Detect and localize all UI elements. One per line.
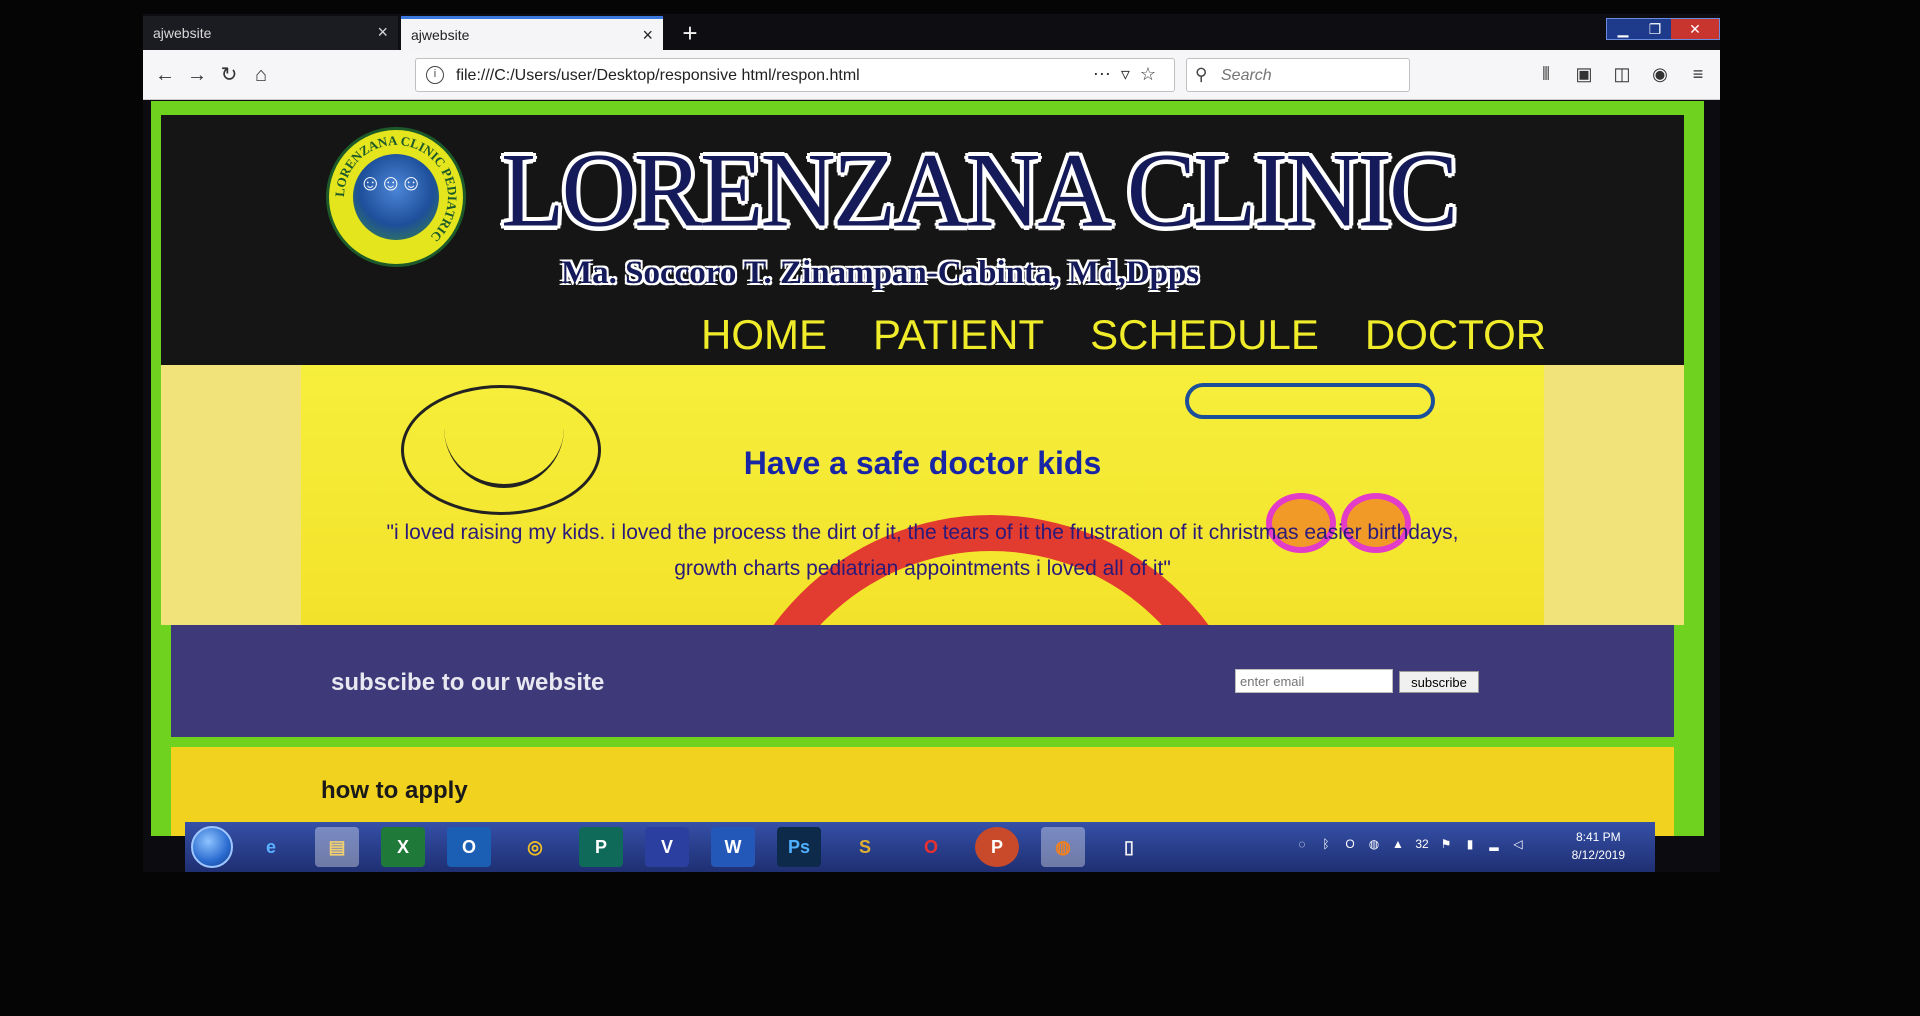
tab-bar: ajwebsite × ajwebsite × + ▁ ❐ ✕ [143, 14, 1720, 50]
site-header: LORENZANA CLINIC PEDIATRIC ☺☺☺ LORENZANA… [161, 115, 1684, 365]
account-icon[interactable]: ◉ [1648, 62, 1672, 86]
address-bar[interactable]: i file:///C:/Users/user/Desktop/responsi… [415, 58, 1175, 92]
forward-icon[interactable]: → [183, 61, 211, 89]
clock-time: 8:41 PM [1575, 830, 1621, 844]
tray-app-icon[interactable]: ◍ [1367, 837, 1381, 853]
tab-ajwebsite-2[interactable]: ajwebsite × [401, 16, 663, 50]
subscribe-label: subscibe to our website [331, 669, 605, 696]
bluetooth-icon[interactable]: ᛒ [1319, 837, 1333, 853]
more-actions-icon[interactable]: ⋯ [1093, 64, 1121, 84]
internet-explorer-icon[interactable]: e [249, 827, 293, 867]
site-info-icon[interactable]: i [426, 66, 444, 84]
warning-icon[interactable]: ▲ [1391, 837, 1405, 853]
quote-line-1: "i loved raising my kids. i loved the pr… [386, 521, 1459, 544]
main-menu: HOME PATIENT SCHEDULE DOCTOR [701, 311, 1546, 359]
excel-icon[interactable]: X [381, 827, 425, 867]
sublime-icon[interactable]: S [843, 827, 887, 867]
menu-home[interactable]: HOME [701, 311, 827, 359]
search-input[interactable] [1221, 65, 1401, 87]
powerpoint-icon[interactable]: P [975, 827, 1019, 867]
close-tab-icon[interactable]: × [642, 26, 653, 44]
power-icon[interactable]: ▮ [1463, 837, 1477, 853]
clinic-name: LORENZANA CLINIC [501, 131, 1458, 250]
toolbar-icons: ⫴ ▣ ◫ ◉ ≡ [1534, 62, 1710, 86]
close-window-icon[interactable]: ✕ [1671, 19, 1719, 39]
system-clock[interactable]: 8:41 PM 8/12/2019 [1572, 828, 1625, 864]
browser-window: ajwebsite × ajwebsite × + ▁ ❐ ✕ ← → ↻ ⌂ … [143, 14, 1720, 872]
restore-icon[interactable]: ❐ [1639, 19, 1671, 39]
window-controls: ▁ ❐ ✕ [1606, 18, 1720, 40]
search-icon: ⚲ [1195, 65, 1208, 84]
pocket-icon[interactable]: ▿ [1121, 64, 1140, 84]
network-icon[interactable]: ▂ [1487, 837, 1501, 853]
hero-banner: Have a safe doctor kids "i loved raising… [161, 365, 1684, 625]
file-explorer-icon[interactable]: ▤ [315, 827, 359, 867]
navigation-toolbar: ← → ↻ ⌂ i file:///C:/Users/user/Desktop/… [143, 50, 1720, 100]
tab-title: ajwebsite [411, 26, 470, 43]
cloud-illustration [1185, 383, 1435, 419]
page-actions: ⋯▿☆ [1093, 64, 1166, 85]
quote-line-2: growth charts pediatrian appointments i … [674, 557, 1171, 580]
screenshot-icon[interactable]: ▣ [1572, 62, 1596, 86]
apply-heading: how to apply [321, 777, 468, 804]
menu-patient[interactable]: PATIENT [873, 311, 1044, 359]
tray-search-icon[interactable]: ◌ [1295, 837, 1309, 853]
minimize-icon[interactable]: ▁ [1607, 19, 1639, 39]
bookmark-star-icon[interactable]: ☆ [1140, 64, 1166, 84]
new-tab-button[interactable]: + [673, 16, 707, 50]
children-icon: ☺☺☺ [359, 170, 422, 195]
tab-title: ajwebsite [153, 25, 212, 41]
back-icon[interactable]: ← [151, 61, 179, 89]
clock-date: 8/12/2019 [1571, 848, 1625, 862]
hero-heading: Have a safe doctor kids [743, 445, 1102, 481]
doctor-name: Ma. Soccoro T. Zinampan-Cabinta, Md,Dpps [561, 255, 1200, 291]
volume-icon[interactable]: ◁ [1511, 837, 1525, 853]
visio-icon[interactable]: V [645, 827, 689, 867]
flag-icon[interactable]: ⚑ [1439, 837, 1453, 853]
opera-icon[interactable]: O [909, 827, 953, 867]
chrome-icon[interactable]: ◎ [513, 827, 557, 867]
start-button[interactable] [191, 826, 233, 868]
windows-taskbar: e ▤ X O ◎ P V W Ps S O P ◍ ▯ ◌ ᛒ O ◍ ▲ 3… [185, 822, 1655, 872]
taskbar-apps: e ▤ X O ◎ P V W Ps S O P ◍ ▯ [249, 827, 1151, 867]
logo-emblem [353, 154, 439, 240]
firefox-icon[interactable]: ◍ [1041, 827, 1085, 867]
publisher-icon[interactable]: P [579, 827, 623, 867]
web-page: LORENZANA CLINIC PEDIATRIC ☺☺☺ LORENZANA… [151, 101, 1704, 847]
library-icon[interactable]: ⫴ [1534, 62, 1558, 86]
menu-icon[interactable]: ≡ [1686, 62, 1710, 86]
outlook-icon[interactable]: O [447, 827, 491, 867]
subscribe-button[interactable]: subscribe [1399, 671, 1479, 693]
tab-ajwebsite-1[interactable]: ajwebsite × [143, 16, 398, 50]
opera-tray-icon[interactable]: O [1343, 837, 1357, 853]
home-icon[interactable]: ⌂ [247, 61, 275, 89]
notepad-icon[interactable]: ▯ [1107, 827, 1151, 867]
menu-doctor[interactable]: DOCTOR [1365, 311, 1546, 359]
system-tray: ◌ ᛒ O ◍ ▲ 32 ⚑ ▮ ▂ ◁ [1295, 837, 1525, 853]
url-text[interactable]: file:///C:/Users/user/Desktop/responsive… [456, 67, 860, 85]
subscribe-section: subscibe to our website subscribe [171, 625, 1674, 737]
word-icon[interactable]: W [711, 827, 755, 867]
sidebar-icon[interactable]: ◫ [1610, 62, 1634, 86]
clinic-logo[interactable]: LORENZANA CLINIC PEDIATRIC ☺☺☺ [326, 127, 466, 267]
hero-quote: "i loved raising my kids. i loved the pr… [261, 515, 1584, 587]
close-tab-icon[interactable]: × [377, 23, 388, 41]
photoshop-icon[interactable]: Ps [777, 827, 821, 867]
tray-badge[interactable]: 32 [1415, 837, 1429, 853]
menu-schedule[interactable]: SCHEDULE [1090, 311, 1319, 359]
email-field[interactable] [1235, 669, 1393, 693]
reload-icon[interactable]: ↻ [215, 61, 243, 89]
search-box[interactable]: ⚲ [1186, 58, 1410, 92]
